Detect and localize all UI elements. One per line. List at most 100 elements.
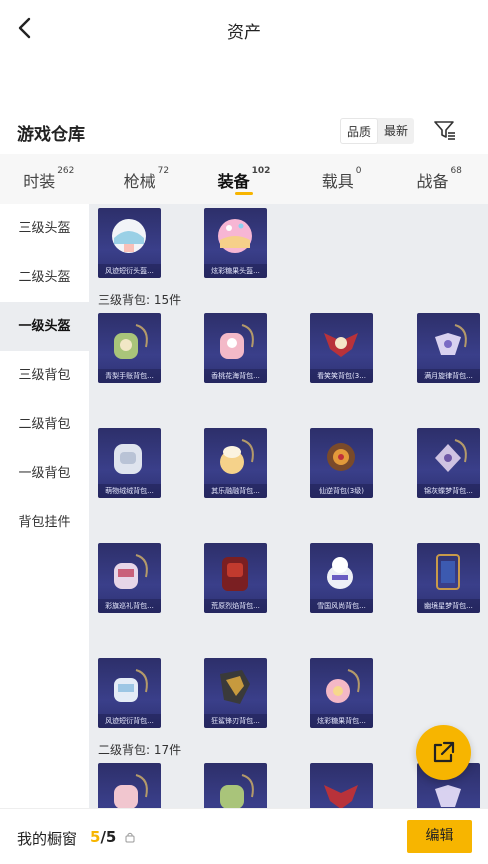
tab-gear-label: 战备 xyxy=(416,172,449,191)
item-card[interactable]: 狂鲨锋刃背包... xyxy=(204,658,267,728)
item-card[interactable]: 幽境星梦背包... xyxy=(417,543,480,613)
item-name: 香桃花海背包... xyxy=(204,369,267,383)
warehouse-title: 游戏仓库 xyxy=(17,125,85,145)
showcase-label: 我的橱窗 xyxy=(17,830,78,848)
sidebar-item-level2-backpack[interactable]: 二级背包 xyxy=(0,400,89,449)
tab-guns-label: 枪械 xyxy=(123,172,156,191)
backpack-icon xyxy=(436,554,460,590)
backpack-icon xyxy=(114,324,148,359)
tab-vehicles-label: 载具 xyxy=(321,172,354,191)
tab-fashion-label: 时装 xyxy=(23,172,56,191)
tab-gear[interactable]: 战备68 xyxy=(390,154,488,204)
item-name: 锦灰蝶梦背包... xyxy=(417,484,480,498)
item-name: 雪国风尚背包... xyxy=(310,599,373,613)
showcase-current: 5 xyxy=(90,828,101,846)
showcase-total: 5 xyxy=(105,828,117,846)
backpack-icon xyxy=(220,774,254,808)
sidebar-item-backpack-charm[interactable]: 背包挂件 xyxy=(0,498,89,547)
sub-category-sidebar: 三级头盔 二级头盔 一级头盔 三级背包 二级背包 一级背包 背包挂件 xyxy=(0,204,89,808)
item-card[interactable]: 雪国风尚背包... xyxy=(310,543,373,613)
item-card[interactable]: 风迹短衍头盔... xyxy=(98,208,161,278)
tab-vehicles-count: 0 xyxy=(355,166,362,176)
item-card[interactable]: 彩旗巡礼背包... xyxy=(98,543,161,613)
item-name: 炫彩糖果背包... xyxy=(310,714,373,728)
tab-vehicles[interactable]: 载具0 xyxy=(293,154,391,204)
item-name: 其乐融融背包... xyxy=(204,484,267,498)
item-name: 荒原烈焰背包... xyxy=(204,599,267,613)
item-card[interactable]: 锦灰蝶梦背包... xyxy=(417,428,480,498)
backpack-icon xyxy=(222,557,248,591)
item-name: 萌物绒绒背包... xyxy=(98,484,161,498)
sidebar-item-level2-helmet[interactable]: 二级头盔 xyxy=(0,253,89,302)
tab-fashion[interactable]: 时装262 xyxy=(0,154,98,204)
bottom-bar: 我的橱窗 5/5 编辑 xyxy=(0,808,488,864)
sort-toggle: 品质 最新 xyxy=(340,118,415,144)
share-fab-button[interactable] xyxy=(416,725,471,780)
top-bar: 资产 xyxy=(0,0,488,56)
item-name: 幽境星梦背包... xyxy=(417,599,480,613)
item-card[interactable] xyxy=(204,763,267,808)
item-card[interactable]: 其乐融融背包... xyxy=(204,428,267,498)
page-title: 资产 xyxy=(227,23,261,43)
backpack-icon xyxy=(327,557,353,589)
backpack-icon xyxy=(220,670,250,704)
sidebar-item-level1-backpack[interactable]: 一级背包 xyxy=(0,449,89,498)
item-grid: 风迹短衍头盔... 炫彩糖果头盔... 三级背包: 15件 青梨手账背包... … xyxy=(89,204,488,808)
item-card[interactable] xyxy=(310,763,373,808)
backpack-icon xyxy=(114,669,148,702)
item-name: 彩旗巡礼背包... xyxy=(98,599,161,613)
tab-equipment-count: 102 xyxy=(251,166,271,176)
tab-fashion-count: 262 xyxy=(57,166,75,176)
filter-icon[interactable] xyxy=(433,118,457,142)
backpack-icon xyxy=(326,669,360,703)
item-name: 风迹短衍头盔... xyxy=(98,264,161,278)
showcase-count: 5/5 xyxy=(90,828,116,846)
helmet-icon xyxy=(218,219,252,253)
item-card[interactable]: 风迹短衍背包... xyxy=(98,658,161,728)
backpack-icon xyxy=(324,333,358,357)
sort-quality-button[interactable]: 品质 xyxy=(340,118,379,144)
item-card[interactable]: 炫彩糖果背包... xyxy=(310,658,373,728)
category-tabs: 时装262 枪械72 装备102 载具0 战备68 xyxy=(0,154,488,204)
backpack-icon xyxy=(435,324,467,355)
sidebar-item-level1-helmet[interactable]: 一级头盔 xyxy=(0,302,89,351)
backpack-icon xyxy=(114,774,148,808)
item-card[interactable]: 满月旋律背包... xyxy=(417,313,480,383)
tab-equipment[interactable]: 装备102 xyxy=(195,154,293,204)
item-card[interactable]: 看笑笑背包(3... xyxy=(310,313,373,383)
helmet-icon xyxy=(112,219,146,253)
edit-button[interactable]: 编辑 xyxy=(407,820,472,853)
item-card[interactable]: 荒原烈焰背包... xyxy=(204,543,267,613)
sidebar-item-level3-helmet[interactable]: 三级头盔 xyxy=(0,204,89,253)
section-label-level3-backpack: 三级背包: 15件 xyxy=(98,293,182,307)
item-card[interactable] xyxy=(98,763,161,808)
sort-latest-button[interactable]: 最新 xyxy=(378,118,414,144)
item-name: 青梨手账背包... xyxy=(98,369,161,383)
item-name: 炫彩糖果头盔... xyxy=(204,264,267,278)
tab-guns[interactable]: 枪械72 xyxy=(98,154,196,204)
tab-equipment-label: 装备 xyxy=(217,172,250,191)
item-card[interactable]: 香桃花海背包... xyxy=(204,313,267,383)
backpack-icon xyxy=(435,439,467,472)
item-name: 看笑笑背包(3... xyxy=(310,369,373,383)
item-name: 狂鲨锋刃背包... xyxy=(204,714,267,728)
share-external-icon xyxy=(433,741,455,763)
backpack-icon xyxy=(220,324,254,359)
backpack-icon xyxy=(114,444,142,474)
item-name: 风迹短衍背包... xyxy=(98,714,161,728)
item-card[interactable]: 萌物绒绒背包... xyxy=(98,428,161,498)
item-name: 满月旋律背包... xyxy=(417,369,480,383)
item-card[interactable]: 炫彩糖果头盔... xyxy=(204,208,267,278)
item-name: 仙逆背包(3级) xyxy=(310,484,373,498)
lock-icon xyxy=(125,832,135,843)
sidebar-item-level3-backpack[interactable]: 三级背包 xyxy=(0,351,89,400)
section-label-level2-backpack: 二级背包: 17件 xyxy=(98,743,182,757)
backpack-icon xyxy=(327,443,355,471)
tab-guns-count: 72 xyxy=(157,166,170,176)
backpack-icon xyxy=(324,785,358,808)
item-card[interactable]: 仙逆背包(3级) xyxy=(310,428,373,498)
item-card[interactable]: 青梨手账背包... xyxy=(98,313,161,383)
active-tab-indicator xyxy=(234,192,253,195)
tab-gear-count: 68 xyxy=(450,166,462,176)
backpack-icon xyxy=(114,554,148,589)
